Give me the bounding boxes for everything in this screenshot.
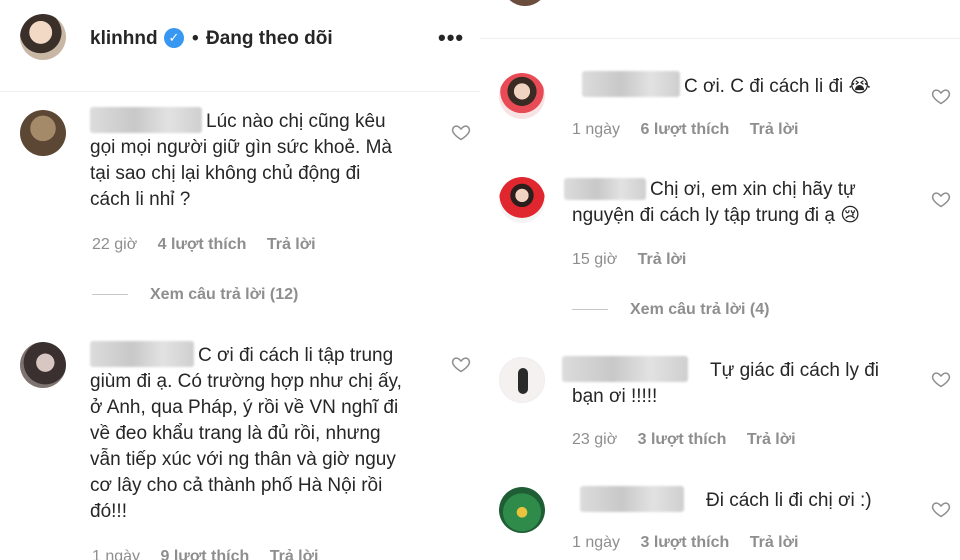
blurred-username [582,71,680,97]
comment-time: 22 giờ [92,236,138,253]
post-header: klinhnd ✓ • Đang theo dõi ••• [0,0,480,88]
heart-outline-icon[interactable] [931,499,951,519]
comment-likes[interactable]: 6 lượt thích [641,121,730,138]
comment-text: Tự giác đi cách ly đi bạn ơi !!!!! [572,360,880,407]
heart-outline-icon[interactable] [931,189,951,209]
verified-badge-icon: ✓ [164,28,184,48]
reply-button[interactable]: Trả lời [638,251,687,268]
comment-text: C ơi. C đi cách li đi 😭 [684,76,871,97]
comment-time: 15 giờ [572,251,618,268]
author-username[interactable]: klinhnd [90,28,158,50]
more-options-icon[interactable]: ••• [438,27,464,49]
commenter-avatar[interactable] [20,110,66,156]
comment-text: Đi cách li đi chị ơi :) [706,490,872,511]
author-avatar[interactable] [20,14,66,60]
comment-likes[interactable]: 3 lượt thích [641,534,730,551]
comment-likes[interactable]: 4 lượt thích [158,236,247,253]
commenter-avatar[interactable] [499,73,545,119]
reply-button[interactable]: Trả lời [750,534,799,551]
commenter-avatar[interactable] [502,0,548,6]
reply-button[interactable]: Trả lời [750,121,799,138]
heart-outline-icon[interactable] [451,354,471,374]
heart-outline-icon[interactable] [451,122,471,142]
comment-meta: 22 giờ 4 lượt thích Trả lời [92,236,332,254]
blurred-username [580,486,684,512]
comment-time: 23 giờ [572,431,618,448]
replies-line [572,309,608,311]
view-replies-button[interactable]: Xem câu trả lời (4) [572,301,769,319]
comment-meta: 1 ngày 6 lượt thích Trả lời [572,121,814,139]
comment-meta: 23 giờ 3 lượt thích Trả lời [572,431,812,449]
comment-time: 1 ngày [572,121,621,138]
avatar-figure [518,368,528,394]
follow-status[interactable]: Đang theo dõi [206,28,333,50]
commenter-avatar[interactable] [20,342,66,388]
comment-meta: 1 ngày 3 lượt thích Trả lời [572,534,814,552]
right-comments-panel: C ơi. C đi cách li đi 😭 1 ngày 6 lượt th… [480,0,960,560]
panel-divider [480,38,960,39]
heart-outline-icon[interactable] [931,369,951,389]
commenter-avatar[interactable] [499,487,545,533]
comment-likes[interactable]: 9 lượt thích [161,548,250,560]
commenter-avatar[interactable] [499,357,545,403]
comment-meta: 1 ngày 9 lượt thích Trả lời [92,548,334,560]
comment-likes[interactable]: 3 lượt thích [638,431,727,448]
reply-button[interactable]: Trả lời [747,431,796,448]
reply-button[interactable]: Trả lời [270,548,319,560]
comment-text: Chị ơi, em xin chị hãy tự nguyện đi cách… [572,179,861,226]
heart-outline-icon[interactable] [931,86,951,106]
comment-meta: 15 giờ Trả lời [572,251,702,269]
header-divider [0,91,480,92]
comment-text: Lúc nào chị cũng kêu gọi mọi người giữ g… [90,111,392,210]
commenter-avatar[interactable] [499,177,545,223]
reply-button[interactable]: Trả lời [267,236,316,253]
replies-line [92,294,128,296]
comment-time: 1 ngày [572,534,621,551]
left-comments-panel: klinhnd ✓ • Đang theo dõi ••• Lúc nào ch… [0,0,480,560]
view-replies-button[interactable]: Xem câu trả lời (12) [92,286,298,304]
header-separator: • [192,28,199,49]
comment-time: 1 ngày [92,548,141,560]
comment-text: C ơi đi cách li tập trung giùm đi ạ. Có … [90,345,402,522]
